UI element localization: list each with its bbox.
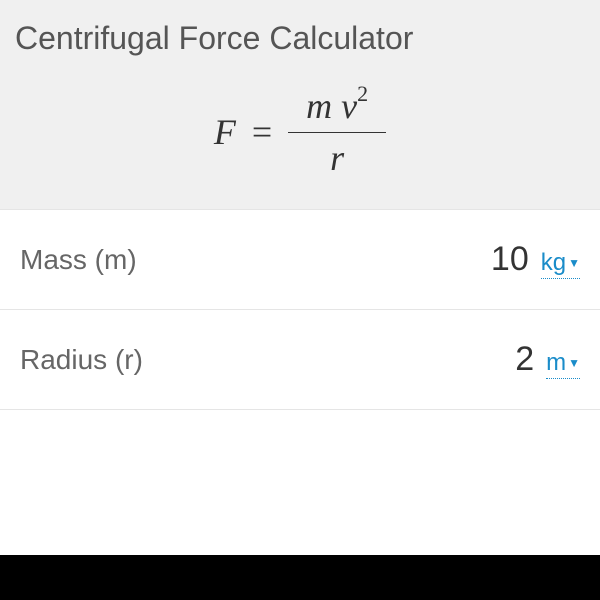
radius-label: Radius (r) [20, 344, 143, 376]
radius-unit-selector[interactable]: m ▼ [546, 349, 580, 379]
radius-unit-label: m [546, 349, 566, 377]
radius-input[interactable]: 2 [515, 340, 534, 379]
mass-unit-label: kg [541, 249, 566, 277]
calculator-container: Centrifugal Force Calculator F = m v2 r … [0, 0, 600, 555]
page-title: Centrifugal Force Calculator [15, 20, 585, 57]
formula-display: F = m v2 r [15, 85, 585, 179]
mass-input[interactable]: 10 [491, 240, 529, 279]
radius-value-group: 2 m ▼ [515, 340, 580, 379]
mass-unit-selector[interactable]: kg ▼ [541, 249, 580, 279]
formula-fraction: m v2 r [288, 85, 386, 179]
formula-denominator: r [330, 133, 344, 179]
input-row-mass: Mass (m) 10 kg ▼ [0, 210, 600, 310]
input-row-radius: Radius (r) 2 m ▼ [0, 310, 600, 410]
formula-equals-sign: = [252, 111, 272, 153]
chevron-down-icon: ▼ [568, 356, 580, 370]
formula-mass-var: m [306, 86, 332, 126]
formula-exponent: 2 [357, 81, 368, 106]
formula-numerator: m v2 [288, 85, 386, 133]
formula-velocity-var: v [341, 86, 357, 126]
formula-result-variable: F [214, 111, 236, 153]
header-section: Centrifugal Force Calculator F = m v2 r [0, 0, 600, 210]
mass-label: Mass (m) [20, 244, 137, 276]
chevron-down-icon: ▼ [568, 256, 580, 270]
mass-value-group: 10 kg ▼ [491, 240, 580, 279]
